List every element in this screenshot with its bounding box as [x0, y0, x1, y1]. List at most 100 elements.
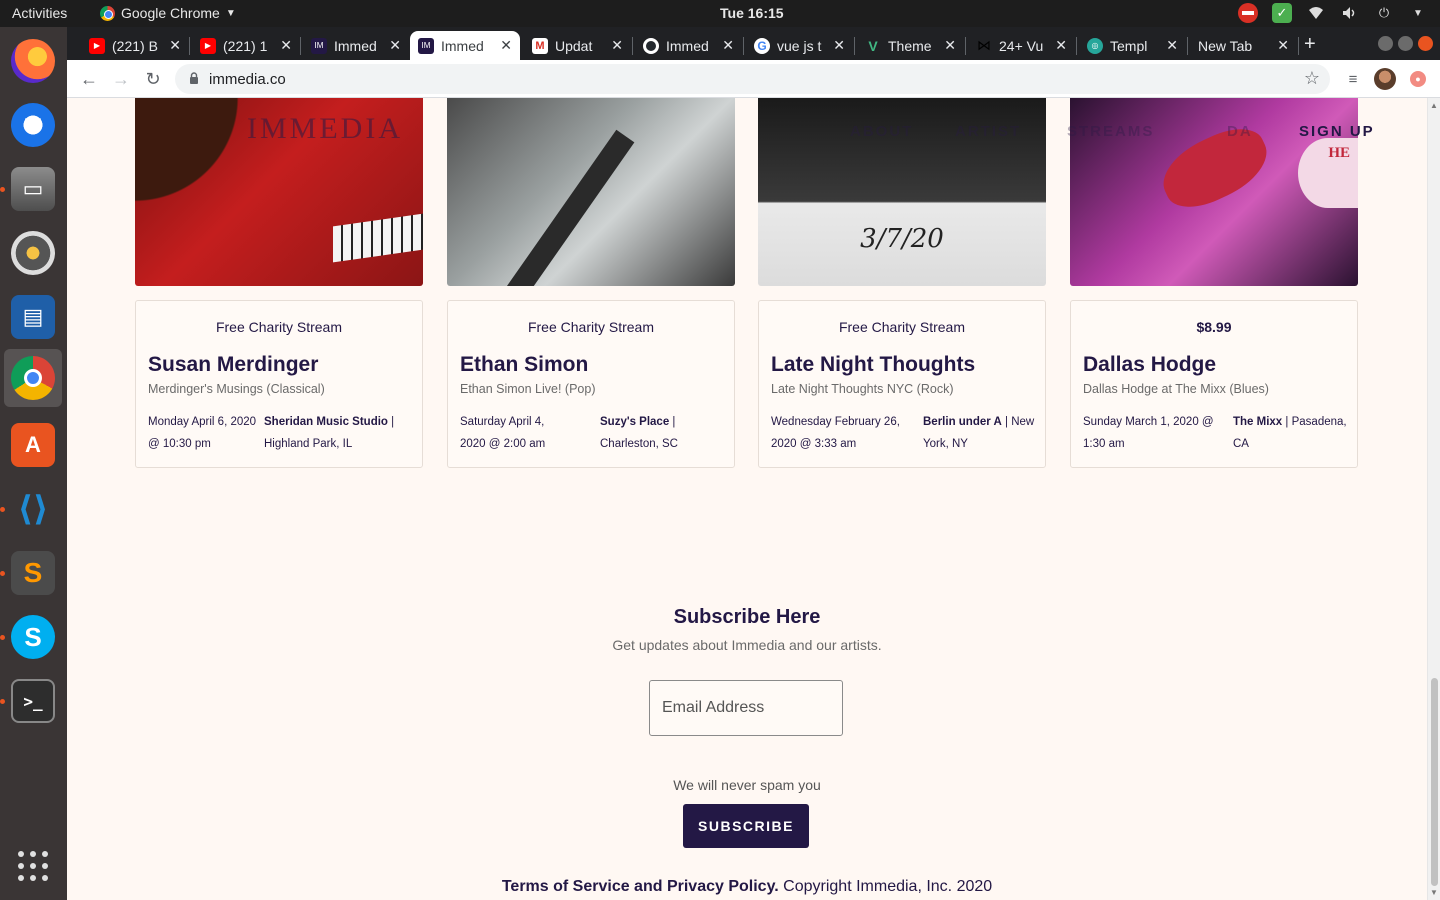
email-field[interactable] — [649, 680, 843, 736]
tab[interactable]: ⋈ 24+ Vu ✕ — [968, 31, 1075, 60]
chevron-down-icon[interactable]: ▼ — [1408, 3, 1428, 23]
page-scrollbar[interactable]: ▲ ▼ — [1427, 98, 1440, 900]
tab-active[interactable]: IM Immed ✕ — [410, 31, 520, 60]
event-card[interactable]: Free Charity Stream Late Night Thoughts … — [758, 300, 1046, 468]
scroll-up-icon[interactable]: ▲ — [1430, 101, 1438, 110]
nav-streams[interactable]: STREAMS — [1067, 123, 1154, 140]
nav-about[interactable]: ABOUT — [850, 123, 913, 140]
close-icon[interactable]: ✕ — [389, 37, 401, 54]
copyright-text: Copyright Immedia, Inc. 2020 — [778, 878, 993, 895]
terms-link[interactable]: Terms of Service and Privacy Policy. — [502, 878, 779, 895]
close-window-icon[interactable] — [1418, 36, 1433, 51]
nav-artist[interactable]: ARTIST — [955, 123, 1021, 140]
tab[interactable]: New Tab ✕ — [1190, 31, 1297, 60]
extension-icon[interactable]: ● — [1407, 68, 1429, 90]
event-artist[interactable]: Dallas Hodge — [1083, 353, 1216, 377]
show-apps-icon[interactable] — [4, 837, 62, 895]
wifi-icon[interactable] — [1306, 3, 1326, 23]
vscode-icon[interactable]: ⟨⟩ — [4, 480, 62, 538]
close-icon[interactable]: ✕ — [722, 37, 734, 54]
event-artist[interactable]: Susan Merdinger — [148, 353, 318, 377]
scrollbar-thumb[interactable] — [1431, 678, 1438, 886]
tab-title: Theme — [888, 37, 932, 54]
github-icon — [643, 37, 659, 54]
activities-button[interactable]: Activities — [12, 5, 67, 21]
new-tab-button[interactable]: + — [1304, 33, 1316, 56]
event-photo-ethan[interactable] — [447, 98, 735, 286]
tab-title: Immed — [441, 37, 484, 54]
tab[interactable]: V Theme ✕ — [857, 31, 964, 60]
chrome-dock-icon[interactable] — [4, 349, 62, 407]
files-icon[interactable]: ▭ — [4, 160, 62, 218]
event-location: The Mixx | Pasadena, CA — [1233, 416, 1347, 450]
firefox-icon[interactable] — [4, 32, 62, 90]
tab-separator — [632, 37, 633, 55]
no-entry-icon[interactable] — [1238, 3, 1258, 23]
event-card[interactable]: $8.99 Dallas Hodge Dallas Hodge at The M… — [1070, 300, 1358, 468]
system-tray[interactable]: ✓ ⏻ ▼ — [1238, 3, 1428, 23]
chrome-icon — [100, 5, 115, 21]
tab-separator — [1298, 37, 1299, 55]
event-card[interactable]: Free Charity Stream Susan Merdinger Merd… — [135, 300, 423, 468]
event-artist[interactable]: Late Night Thoughts — [771, 353, 975, 377]
software-center-icon[interactable]: A — [4, 416, 62, 474]
subscribe-subtitle: Get updates about Immedia and our artist… — [612, 637, 882, 653]
thunderbird-icon[interactable]: ✉ — [4, 96, 62, 154]
event-subtitle: Merdinger's Musings (Classical) — [148, 382, 325, 396]
tab[interactable]: ◎ Templ ✕ — [1079, 31, 1186, 60]
site-logo[interactable]: IMMEDIA — [247, 112, 403, 146]
terminal-icon[interactable]: >_ — [4, 672, 62, 730]
forward-button[interactable]: → — [109, 67, 133, 91]
subscribe-button[interactable]: SUBSCRIBE — [683, 804, 809, 848]
url-text: immedia.co — [209, 71, 286, 88]
update-check-icon[interactable]: ✓ — [1272, 3, 1292, 23]
event-card[interactable]: Free Charity Stream Ethan Simon Ethan Si… — [447, 300, 735, 468]
close-icon[interactable]: ✕ — [1166, 37, 1178, 54]
chevron-down-icon: ▼ — [225, 7, 236, 19]
app-menu[interactable]: Google Chrome ▼ — [100, 5, 236, 21]
tab-separator — [743, 37, 744, 55]
profile-avatar[interactable] — [1374, 68, 1396, 90]
tab[interactable]: Immed ✕ — [635, 31, 742, 60]
tab[interactable]: G vue js t ✕ — [746, 31, 853, 60]
tab[interactable]: ▶ (221) B ✕ — [81, 31, 189, 60]
close-icon[interactable]: ✕ — [169, 37, 181, 54]
subscribe-title: Subscribe Here — [673, 606, 821, 628]
back-button[interactable]: ← — [77, 67, 101, 91]
close-icon[interactable]: ✕ — [500, 37, 512, 54]
bookmark-star-icon[interactable]: ☆ — [1304, 68, 1320, 89]
youtube-icon: ▶ — [89, 37, 105, 54]
tab-separator — [189, 37, 190, 55]
event-datetime: Saturday April 4, 2020 @ 2:00 am — [460, 416, 546, 450]
event-artist[interactable]: Ethan Simon — [460, 353, 588, 377]
close-icon[interactable]: ✕ — [833, 37, 845, 54]
footer: Terms of Service and Privacy Policy. Cop… — [67, 878, 1427, 896]
nav-sign-up[interactable]: SIGN UP — [1299, 123, 1375, 140]
power-icon[interactable]: ⏻ — [1374, 3, 1394, 23]
event-price: Free Charity Stream — [527, 319, 655, 335]
scroll-down-icon[interactable]: ▼ — [1430, 888, 1438, 897]
tab[interactable]: M Updat ✕ — [524, 31, 631, 60]
close-icon[interactable]: ✕ — [1277, 37, 1289, 54]
close-icon[interactable]: ✕ — [1055, 37, 1067, 54]
minimize-icon[interactable] — [1378, 36, 1393, 51]
close-icon[interactable]: ✕ — [280, 37, 292, 54]
address-bar[interactable]: immedia.co ☆ — [175, 64, 1330, 94]
media-control-icon[interactable]: ≡ — [1342, 68, 1364, 90]
tab-title: (221) B — [112, 37, 158, 54]
writer-icon[interactable]: ▤ — [4, 288, 62, 346]
volume-icon[interactable] — [1340, 3, 1360, 23]
clock[interactable]: Tue 16:15 — [720, 5, 784, 21]
maximize-icon[interactable] — [1398, 36, 1413, 51]
event-datetime: Wednesday February 26, 2020 @ 3:33 am — [771, 416, 900, 450]
reload-button[interactable]: ↻ — [141, 67, 165, 91]
tab[interactable]: ▶ (221) 1 ✕ — [192, 31, 300, 60]
sublime-icon[interactable]: S — [4, 544, 62, 602]
rhythmbox-icon[interactable] — [4, 224, 62, 282]
skype-icon[interactable]: S — [4, 608, 62, 666]
tab[interactable]: IM Immed ✕ — [303, 31, 409, 60]
close-icon[interactable]: ✕ — [944, 37, 956, 54]
event-price: $8.99 — [1196, 319, 1232, 335]
close-icon[interactable]: ✕ — [611, 37, 623, 54]
nav-dashboard[interactable]: DA — [1227, 123, 1253, 140]
